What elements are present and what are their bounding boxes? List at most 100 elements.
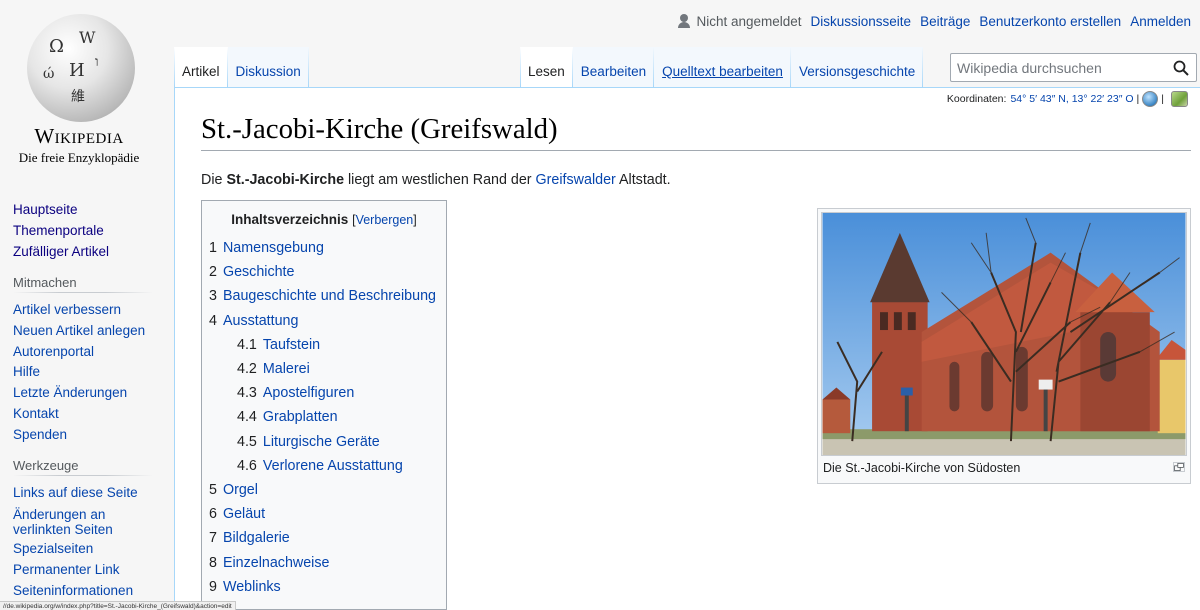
toc-item-link[interactable]: Baugeschichte und Beschreibung bbox=[223, 288, 436, 304]
sidebar-item-spenden[interactable]: Spenden bbox=[13, 427, 67, 442]
sidebar-item-artikel-verbessern[interactable]: Artikel verbessern bbox=[13, 302, 121, 317]
tab-edit[interactable]: Bearbeiten bbox=[572, 47, 655, 87]
tab-history[interactable]: Versionsgeschichte bbox=[790, 47, 924, 87]
toc-item-link[interactable]: Einzelnachweise bbox=[223, 555, 330, 571]
magnify-icon[interactable] bbox=[1173, 462, 1185, 472]
coordinates-value[interactable]: 54° 5′ 43″ N, 13° 22′ 23″ O bbox=[1010, 93, 1133, 105]
create-account-link[interactable]: Benutzerkonto erstellen bbox=[979, 14, 1121, 29]
sidebar-item-hilfe[interactable]: Hilfe bbox=[13, 364, 40, 379]
toc-item-number: 8 bbox=[209, 554, 217, 571]
lead-text-middle: liegt am westlichen Rand der bbox=[344, 172, 536, 188]
toc-item[interactable]: 3 Baugeschichte und Beschreibung bbox=[209, 284, 439, 308]
toc-item-link[interactable]: Geläut bbox=[223, 506, 265, 522]
sidebar-item-spezialseiten[interactable]: Spezialseiten bbox=[13, 541, 93, 556]
tab-discussion-label: Diskussion bbox=[235, 64, 301, 79]
toc-item[interactable]: 1 Namensgebung bbox=[209, 236, 439, 260]
toc-item-number: 5 bbox=[209, 482, 217, 499]
talk-link[interactable]: Diskussionsseite bbox=[811, 14, 912, 29]
toc-item[interactable]: 8 Einzelnachweise bbox=[209, 551, 439, 575]
tab-discussion[interactable]: Diskussion bbox=[227, 47, 309, 87]
sidebar-heading-werkzeuge: Werkzeuge bbox=[13, 458, 174, 478]
search-icon[interactable] bbox=[1173, 60, 1189, 76]
personal-tools: Nicht angemeldet Diskussionsseite Beiträ… bbox=[677, 10, 1200, 32]
page-title: St.-Jacobi-Kirche (Greifswald) bbox=[201, 113, 1191, 151]
osm-map-icon[interactable] bbox=[1171, 91, 1188, 107]
sidebar-item-kontakt[interactable]: Kontakt bbox=[13, 406, 59, 421]
user-status-label: Nicht angemeldet bbox=[696, 13, 802, 29]
toc-item[interactable]: 4.1 Taufstein bbox=[209, 333, 439, 357]
sidebar-mitmachen: Mitmachen Artikel verbessern Neuen Artik… bbox=[0, 274, 174, 446]
sidebar-item-hauptseite[interactable]: Hauptseite bbox=[13, 202, 78, 217]
browser-status-bar: //de.wikipedia.org/w/index.php?title=St.… bbox=[0, 601, 236, 610]
tab-article[interactable]: Artikel bbox=[174, 47, 228, 87]
toc-item-number: 4.3 bbox=[237, 385, 257, 402]
tagline: Die freie Enzyklopädie bbox=[18, 150, 140, 165]
toc-item[interactable]: 4.5 Liturgische Geräte bbox=[209, 430, 439, 454]
toc-item[interactable]: 5 Orgel bbox=[209, 478, 439, 502]
toc-item-link[interactable]: Verlorene Ausstattung bbox=[263, 458, 403, 474]
toc-item-link[interactable]: Namensgebung bbox=[223, 240, 324, 256]
sidebar-item-links-auf-diese-seite[interactable]: Links auf diese Seite bbox=[13, 485, 138, 500]
church-photo[interactable] bbox=[821, 212, 1187, 456]
user-status: Nicht angemeldet bbox=[677, 13, 802, 29]
toc-item-link[interactable]: Taufstein bbox=[263, 337, 320, 353]
sidebar-item-themenportale[interactable]: Themenportale bbox=[13, 223, 104, 238]
toc-item-link[interactable]: Apostelfiguren bbox=[263, 385, 354, 401]
toc-item-number: 2 bbox=[209, 264, 217, 281]
infobox-image: Die St.-Jacobi-Kirche von Südosten bbox=[817, 208, 1191, 484]
wikipedia-logo[interactable]: Ω W И ώ ו 維 Wikipedia Die freie Enzyklop… bbox=[0, 0, 174, 175]
toc-item-number: 6 bbox=[209, 506, 217, 523]
toc-item[interactable]: 9 Weblinks bbox=[209, 575, 439, 599]
coordinates-label: Koordinaten: bbox=[946, 93, 1007, 105]
tab-edit-source[interactable]: Quelltext bearbeiten bbox=[654, 47, 791, 87]
sidebar-item-permanenter-link[interactable]: Permanenter Link bbox=[13, 562, 120, 577]
globe-map-icon[interactable] bbox=[1142, 91, 1159, 107]
view-tabs: Lesen Bearbeiten Quelltext bearbeiten Ve… bbox=[520, 47, 924, 87]
contributions-link[interactable]: Beiträge bbox=[920, 14, 970, 29]
toc-item-number: 1 bbox=[209, 240, 217, 256]
sidebar-item-letzte-aenderungen[interactable]: Letzte Änderungen bbox=[13, 385, 127, 400]
tab-read-label: Lesen bbox=[528, 64, 565, 79]
sidebar-item-aenderungen-verlinkt[interactable]: Änderungen an verlinkten Seiten bbox=[13, 507, 113, 537]
toc-item-link[interactable]: Ausstattung bbox=[223, 313, 299, 329]
tab-article-label: Artikel bbox=[182, 64, 220, 79]
toc-item-link[interactable]: Orgel bbox=[223, 482, 258, 498]
toc-item-link[interactable]: Geschichte bbox=[223, 264, 295, 280]
lead-text-suffix: Altstadt. bbox=[615, 172, 671, 188]
toc-item-number: 4.6 bbox=[237, 457, 257, 474]
toc-item-number: 7 bbox=[209, 530, 217, 547]
toc-toggle-link[interactable]: Verbergen bbox=[356, 213, 414, 227]
toc-item-number: 9 bbox=[209, 578, 217, 595]
toc-item[interactable]: 4.3 Apostelfiguren bbox=[209, 381, 439, 405]
toc-item-link[interactable]: Malerei bbox=[263, 361, 310, 377]
login-link[interactable]: Anmelden bbox=[1130, 14, 1191, 29]
toc-item-link[interactable]: Grabplatten bbox=[263, 409, 338, 425]
toc-item-link[interactable]: Liturgische Geräte bbox=[263, 434, 380, 450]
image-caption: Die St.-Jacobi-Kirche von Südosten bbox=[821, 456, 1187, 475]
toc-item[interactable]: 4.2 Malerei bbox=[209, 357, 439, 381]
toc-item-link[interactable]: Bildgalerie bbox=[223, 530, 290, 546]
sidebar-navigation: Hauptseite Themenportale Zufälliger Arti… bbox=[0, 200, 174, 263]
user-icon bbox=[677, 14, 691, 28]
search-input[interactable] bbox=[951, 54, 1161, 81]
search-box bbox=[950, 53, 1197, 82]
tab-edit-source-label: Quelltext bearbeiten bbox=[662, 64, 783, 79]
toc-title: Inhaltsverzeichnis bbox=[231, 212, 349, 227]
tab-read[interactable]: Lesen bbox=[520, 47, 573, 87]
sidebar-item-autorenportal[interactable]: Autorenportal bbox=[13, 344, 94, 359]
toc-item-link[interactable]: Weblinks bbox=[223, 579, 281, 595]
toc-item[interactable]: 4.6 Verlorene Ausstattung bbox=[209, 454, 439, 478]
lead-link-greifswald[interactable]: Greifswalder bbox=[536, 172, 616, 188]
sidebar-item-neuen-artikel[interactable]: Neuen Artikel anlegen bbox=[13, 323, 145, 338]
sidebar-item-seiteninformationen[interactable]: Seiteninformationen bbox=[13, 583, 133, 598]
toc-item[interactable]: 6 Geläut bbox=[209, 502, 439, 526]
lead-paragraph: Die St.-Jacobi-Kirche liegt am westliche… bbox=[201, 172, 671, 188]
toc-item-number: 4.1 bbox=[237, 336, 257, 353]
tab-history-label: Versionsgeschichte bbox=[798, 64, 916, 79]
toc-item[interactable]: 4.4 Grabplatten bbox=[209, 405, 439, 429]
toc-item[interactable]: 7 Bildgalerie bbox=[209, 526, 439, 550]
sidebar-item-zufaelliger-artikel[interactable]: Zufälliger Artikel bbox=[13, 244, 109, 259]
toc-item[interactable]: 4 Ausstattung bbox=[209, 309, 439, 333]
toc-item-number: 4.5 bbox=[237, 433, 257, 450]
toc-item[interactable]: 2 Geschichte bbox=[209, 260, 439, 284]
